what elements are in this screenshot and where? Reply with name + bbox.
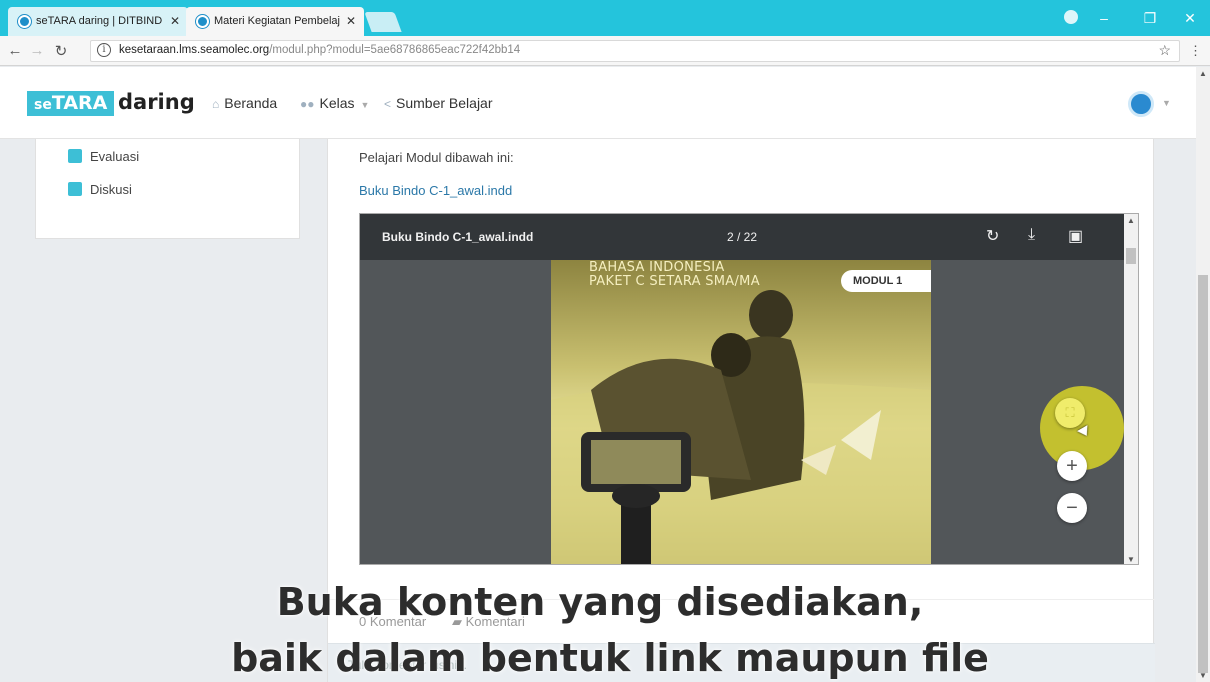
browser-profile-icon[interactable] bbox=[1064, 10, 1078, 24]
rotate-icon[interactable]: ↻ bbox=[986, 226, 999, 246]
nav-kelas[interactable]: ●● Kelas ▼ bbox=[300, 95, 369, 111]
new-tab-button[interactable] bbox=[364, 12, 402, 32]
users-icon: ●● bbox=[300, 97, 315, 111]
cover-title-line2: PAKET C SETARA SMA/MA bbox=[589, 274, 760, 289]
back-arrow-icon[interactable]: ← bbox=[6, 42, 24, 59]
print-icon[interactable]: ▣ bbox=[1068, 226, 1083, 246]
share-icon: < bbox=[384, 97, 392, 111]
minimize-icon[interactable]: – bbox=[1090, 8, 1118, 28]
browser-tab-bar: seTARA daring | DITBIND ✕ Materi Kegiata… bbox=[0, 0, 1210, 36]
chevron-down-icon[interactable]: ▼ bbox=[1162, 98, 1171, 108]
sidebar-item-evaluasi[interactable]: Evaluasi bbox=[68, 149, 139, 164]
nav-beranda[interactable]: ⌂ Beranda bbox=[212, 95, 277, 111]
chat-icon bbox=[68, 182, 82, 196]
logo[interactable]: seTARA bbox=[27, 91, 115, 116]
scrollbar-thumb[interactable] bbox=[1126, 248, 1136, 264]
tab-title: Materi Kegiatan Pembelaj bbox=[214, 15, 340, 27]
clipboard-icon bbox=[68, 149, 82, 163]
restore-icon[interactable]: ❐ bbox=[1136, 8, 1164, 28]
sidebar-menu: Evaluasi Diskusi bbox=[35, 139, 300, 239]
pdf-title: Buku Bindo C-1_awal.indd bbox=[382, 230, 534, 244]
video-caption-line2: baik dalam bentuk link maupun file bbox=[231, 636, 989, 680]
site-favicon-icon bbox=[196, 15, 209, 28]
scroll-up-icon[interactable]: ▲ bbox=[1127, 216, 1135, 225]
zoom-in-button[interactable]: + bbox=[1057, 451, 1087, 481]
reload-icon[interactable]: ↻ bbox=[52, 42, 70, 60]
nav-sumber-belajar[interactable]: < Sumber Belajar bbox=[384, 95, 493, 111]
zoom-out-button[interactable]: − bbox=[1057, 493, 1087, 523]
avatar[interactable] bbox=[1128, 91, 1154, 117]
chevron-down-icon: ▼ bbox=[360, 100, 370, 110]
pdf-viewer[interactable]: Buku Bindo C-1_awal.indd 2 / 22 ↻ ⤓ ▣ BA… bbox=[359, 213, 1139, 565]
scroll-up-icon[interactable]: ▲ bbox=[1199, 69, 1207, 78]
window-close-icon[interactable]: ✕ bbox=[1176, 8, 1204, 28]
logo-word[interactable]: daring bbox=[118, 90, 195, 114]
cover-module-badge: MODUL 1 bbox=[841, 270, 931, 292]
home-icon: ⌂ bbox=[212, 97, 220, 111]
pdf-toolbar: Buku Bindo C-1_awal.indd 2 / 22 ↻ ⤓ ▣ bbox=[360, 214, 1126, 260]
pdf-scrollbar[interactable]: ▲ ▼ bbox=[1124, 214, 1138, 564]
browser-tab-materi[interactable]: Materi Kegiatan Pembelaj ✕ bbox=[186, 7, 364, 36]
fit-page-button[interactable]: ⛶ bbox=[1055, 398, 1085, 428]
address-toolbar: ← → ↻ i kesetaraan.lms.seamolec.org/modu… bbox=[0, 36, 1210, 66]
module-intro-text: Pelajari Modul dibawah ini: bbox=[359, 150, 514, 165]
tab-close-icon[interactable]: ✕ bbox=[346, 7, 356, 36]
tab-close-icon[interactable]: ✕ bbox=[170, 7, 180, 36]
download-icon[interactable]: ⤓ bbox=[1028, 226, 1035, 244]
video-caption-line1: Buka konten yang disediakan, bbox=[276, 580, 924, 624]
cover-title-line1: BAHASA INDONESIA bbox=[589, 260, 725, 275]
browser-menu-icon[interactable]: ⋮ bbox=[1189, 43, 1202, 59]
sidebar-item-diskusi[interactable]: Diskusi bbox=[68, 182, 132, 197]
site-favicon-icon bbox=[18, 15, 31, 28]
browser-tab-setara[interactable]: seTARA daring | DITBIND ✕ bbox=[8, 7, 188, 36]
url-bar[interactable]: i kesetaraan.lms.seamolec.org/modul.php?… bbox=[90, 40, 1180, 62]
cover-photo bbox=[551, 290, 931, 564]
scroll-down-icon[interactable]: ▼ bbox=[1127, 555, 1135, 564]
bookmark-star-icon[interactable]: ☆ bbox=[1158, 42, 1171, 59]
pdf-page-image: BAHASA INDONESIA PAKET C SETARA SMA/MA M… bbox=[551, 260, 931, 564]
module-file-link[interactable]: Buku Bindo C-1_awal.indd bbox=[359, 183, 512, 198]
site-header: seTARA daring ⌂ Beranda ●● Kelas ▼ < Sumber … bbox=[0, 67, 1196, 139]
tab-title: seTARA daring | DITBIND bbox=[36, 15, 163, 27]
pdf-page-indicator: 2 / 22 bbox=[727, 230, 758, 244]
forward-arrow-icon[interactable]: → bbox=[28, 42, 46, 59]
site-info-icon[interactable]: i bbox=[97, 43, 111, 57]
url-text: kesetaraan.lms.seamolec.org/modul.php?mo… bbox=[119, 44, 521, 56]
